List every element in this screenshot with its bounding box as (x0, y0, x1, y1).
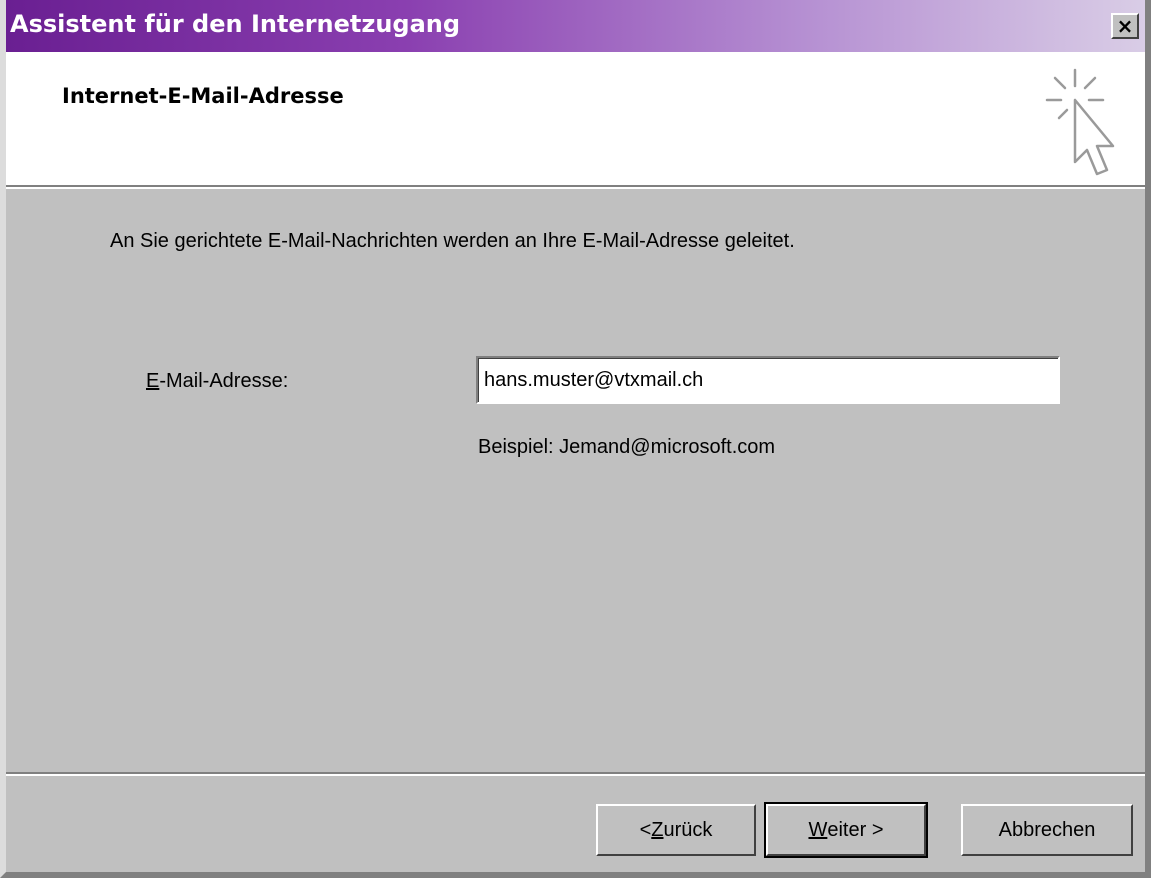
email-label: E-Mail-Adresse: (146, 370, 288, 393)
next-button[interactable]: Weiter > (764, 802, 928, 858)
intro-text: An Sie gerichtete E-Mail-Nachrichten wer… (110, 230, 795, 252)
back-button-label: urück (663, 818, 713, 841)
page-title: Internet-E-Mail-Adresse (62, 84, 344, 108)
wizard-sparkle-cursor-icon (1045, 68, 1115, 176)
back-button[interactable]: < Zurück (596, 804, 756, 856)
wizard-header: Internet-E-Mail-Adresse (6, 52, 1145, 185)
footer-divider-highlight (6, 774, 1145, 776)
close-button[interactable]: × (1111, 13, 1139, 39)
wizard-dialog: Assistent für den Internetzugang × Inter… (0, 0, 1151, 878)
back-button-prefix: < (639, 818, 652, 841)
close-icon: × (1116, 14, 1134, 38)
window-title: Assistent für den Internetzugang (10, 10, 461, 38)
email-example-hint: Beispiel: Jemand@microsoft.com (478, 436, 776, 458)
title-bar[interactable]: Assistent für den Internetzugang × (6, 0, 1145, 52)
header-divider-highlight (6, 187, 1145, 189)
next-button-mnemonic: W (808, 818, 828, 841)
email-address-input[interactable] (476, 356, 1060, 404)
cancel-button-label: Abbrechen (998, 818, 1096, 841)
email-label-text: -Mail-Adresse: (159, 370, 289, 392)
email-label-mnemonic: E (146, 370, 160, 392)
back-button-mnemonic: Z (651, 818, 664, 841)
cancel-button[interactable]: Abbrechen (961, 804, 1133, 856)
next-button-label: eiter > (827, 818, 884, 841)
